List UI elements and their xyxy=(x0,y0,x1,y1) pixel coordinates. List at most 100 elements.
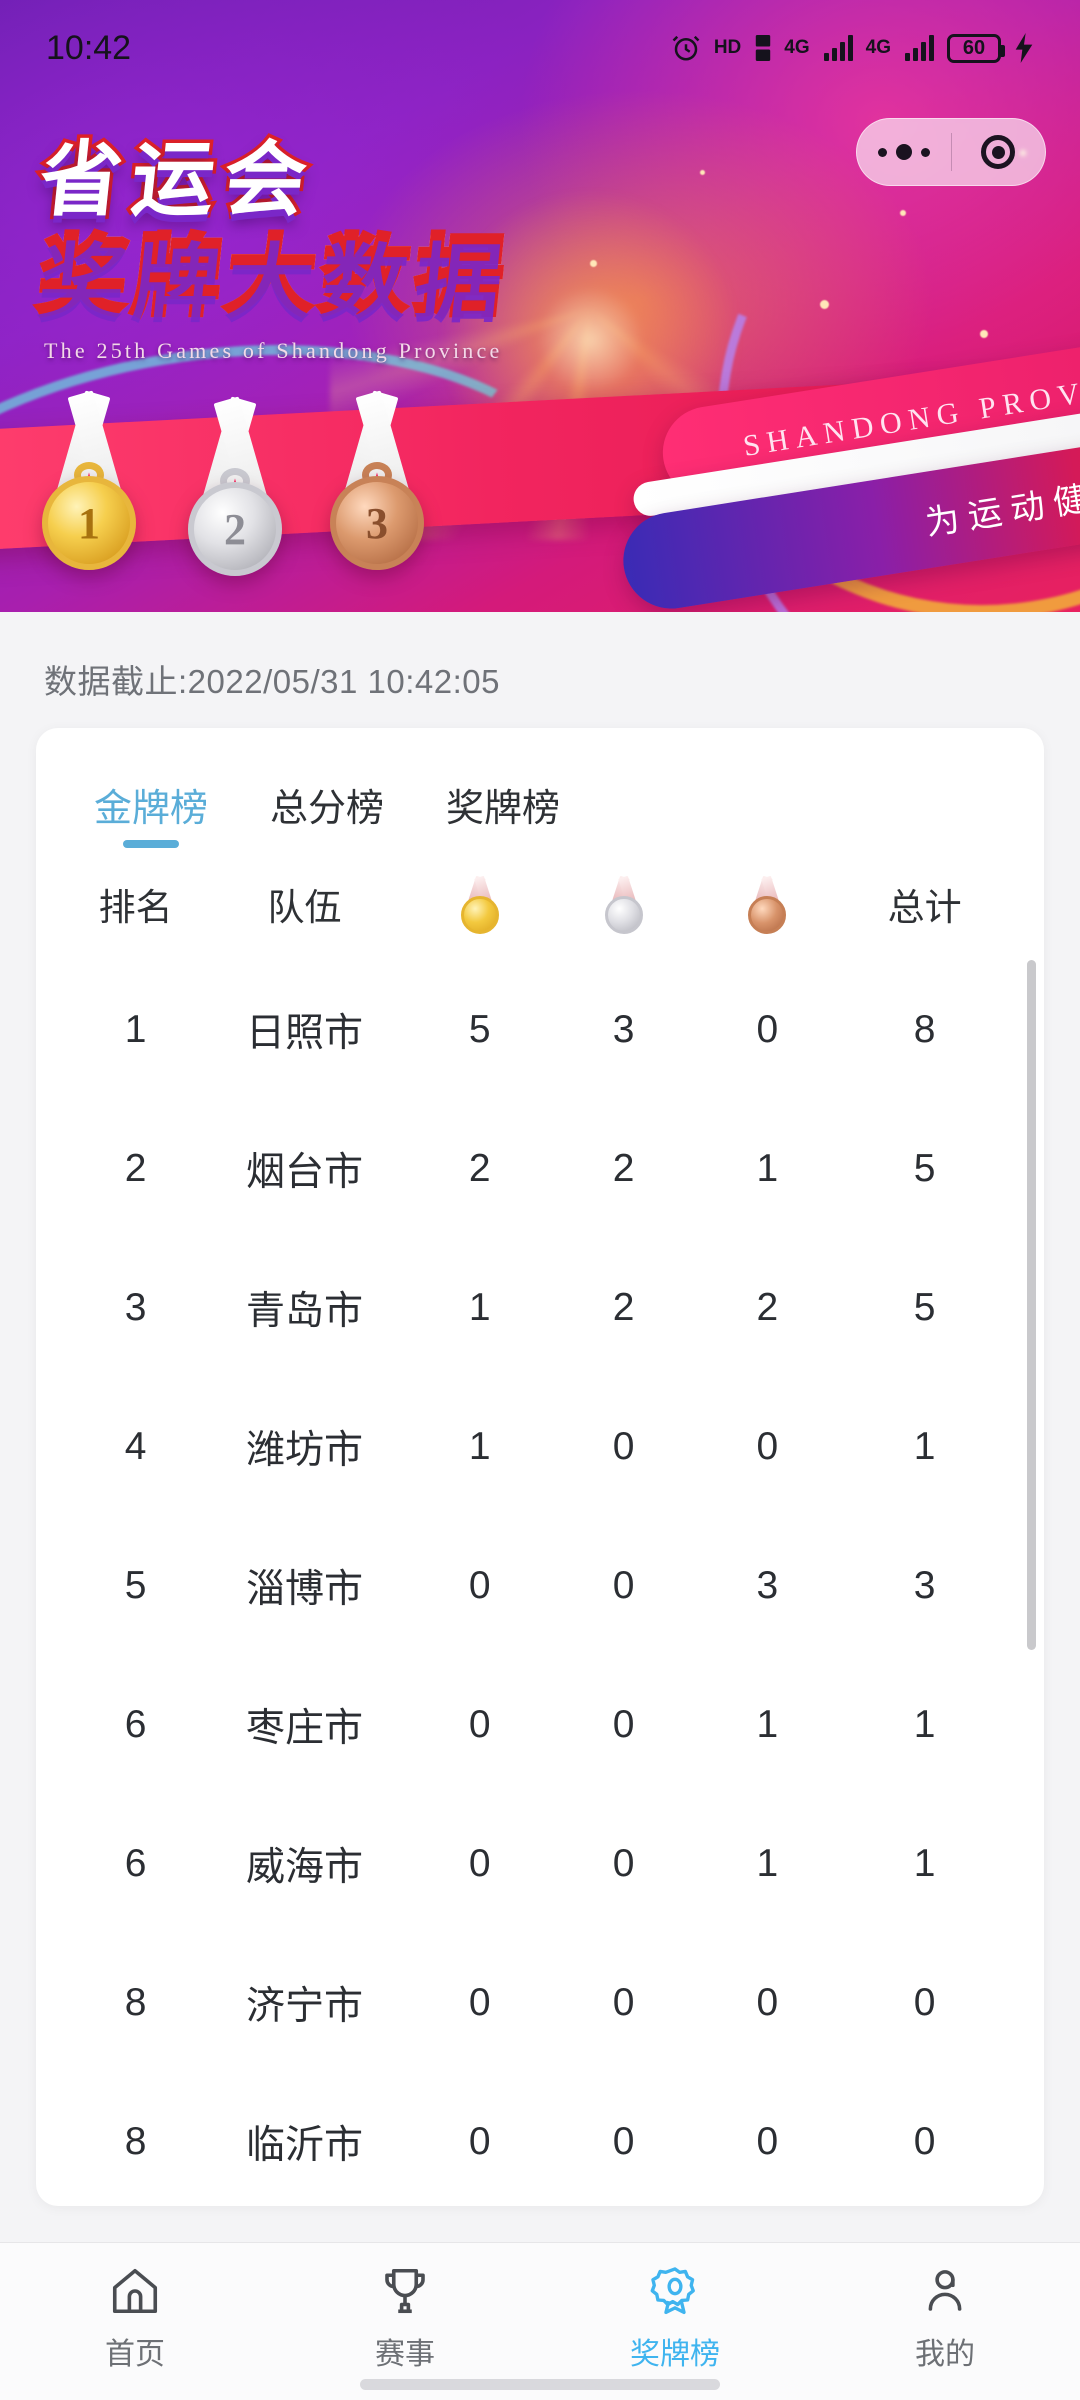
column-header-silver xyxy=(552,875,696,934)
cell-gold: 1 xyxy=(468,1424,491,1468)
silver-medal-icon xyxy=(602,875,646,934)
cell-gold: 1 xyxy=(468,1285,491,1329)
nav-item-profile[interactable]: 我的 xyxy=(810,2263,1080,2373)
cell-rank: 3 xyxy=(124,1285,147,1329)
cell-silver: 0 xyxy=(612,1980,635,2024)
cell-team: 日照市 xyxy=(246,1011,364,1055)
leaderboard-tabs: 金牌榜 总分榜 奖牌榜 xyxy=(36,728,1044,848)
cell-bronze: 1 xyxy=(756,1702,779,1746)
app-screen: 省运会 奖牌大数据 The 25th Games of Shandong Pro… xyxy=(0,0,1080,2400)
trophy-icon xyxy=(377,2263,433,2319)
nav-label-profile: 我的 xyxy=(915,2338,975,2371)
cell-total: 5 xyxy=(913,1146,936,1190)
tab-total-score-ranking[interactable]: 总分榜 xyxy=(270,777,384,848)
cell-silver: 0 xyxy=(612,2119,635,2163)
cell-bronze: 0 xyxy=(756,1980,779,2024)
cell-rank: 1 xyxy=(124,1007,147,1051)
banner-title-english: The 25th Games of Shandong Province xyxy=(44,338,503,363)
cell-team: 临沂市 xyxy=(246,2123,364,2167)
cell-bronze: 3 xyxy=(756,1563,779,1607)
signal-bars-sim1-icon xyxy=(823,35,853,61)
cell-rank: 2 xyxy=(124,1146,147,1190)
cell-gold: 2 xyxy=(468,1146,491,1190)
spark-decoration xyxy=(820,300,829,309)
table-row[interactable]: 8 济宁市 0 0 0 0 xyxy=(36,1933,1044,2072)
cell-rank: 8 xyxy=(124,1980,147,2024)
column-header-bronze xyxy=(695,875,839,934)
signal-bars-sim2-icon xyxy=(905,35,934,61)
nav-item-events[interactable]: 赛事 xyxy=(270,2263,540,2373)
cell-team: 烟台市 xyxy=(246,1150,364,1194)
status-bar-indicators: HD 4G 4G 60 xyxy=(671,33,1034,63)
cell-gold: 5 xyxy=(468,1007,491,1051)
cell-silver: 2 xyxy=(612,1146,635,1190)
cell-total: 8 xyxy=(913,1007,936,1051)
table-row[interactable]: 6 威海市 0 0 1 1 xyxy=(36,1794,1044,1933)
cell-team: 济宁市 xyxy=(246,1984,364,2028)
banner-title-primary: 省运会 xyxy=(32,130,325,232)
cell-gold: 0 xyxy=(468,2119,491,2163)
table-row[interactable]: 2 烟台市 2 2 1 5 xyxy=(36,1099,1044,1238)
target-circle-icon[interactable] xyxy=(952,135,1046,169)
person-icon xyxy=(917,2263,973,2319)
spark-decoration xyxy=(700,170,705,175)
cell-bronze: 2 xyxy=(756,1285,779,1329)
cell-team: 枣庄市 xyxy=(246,1706,364,1750)
home-indicator xyxy=(360,2379,720,2390)
cell-bronze: 0 xyxy=(756,2119,779,2163)
cell-total: 0 xyxy=(913,2119,936,2163)
table-row[interactable]: 5 淄博市 0 0 3 3 xyxy=(36,1516,1044,1655)
cell-silver: 0 xyxy=(612,1702,635,1746)
tab-medal-ranking[interactable]: 奖牌榜 xyxy=(446,777,560,848)
table-body[interactable]: 1 日照市 5 3 0 8 2 烟台市 2 2 1 5 3 青岛市 1 2 2 xyxy=(36,960,1044,2206)
data-cutoff-timestamp: 数据截止:2022/05/31 10:42:05 xyxy=(44,663,500,700)
cell-silver: 3 xyxy=(612,1007,635,1051)
tab-gold-ranking[interactable]: 金牌榜 xyxy=(94,777,208,848)
cell-silver: 0 xyxy=(612,1563,635,1607)
gold-medal-number: 1 xyxy=(42,476,136,570)
cell-bronze: 0 xyxy=(756,1007,779,1051)
sim1-network-label: 4G xyxy=(784,37,810,58)
column-header-team: 队伍 xyxy=(267,887,342,928)
home-icon xyxy=(107,2263,163,2319)
banner-title-secondary: 奖牌大数据 xyxy=(32,224,664,330)
cell-total: 0 xyxy=(913,1980,936,2024)
table-row[interactable]: 8 临沂市 0 0 0 0 xyxy=(36,2072,1044,2206)
cell-gold: 0 xyxy=(468,1563,491,1607)
more-dots-icon[interactable] xyxy=(857,144,951,160)
miniprogram-capsule[interactable] xyxy=(856,118,1046,186)
cell-team: 威海市 xyxy=(246,1845,364,1889)
cell-gold: 0 xyxy=(468,1702,491,1746)
cell-bronze: 1 xyxy=(756,1146,779,1190)
nav-item-medal-board[interactable]: 奖牌榜 xyxy=(540,2263,810,2373)
column-header-gold xyxy=(408,875,552,934)
spark-decoration xyxy=(900,210,906,216)
silver-medal-number: 2 xyxy=(188,482,282,576)
cell-gold: 0 xyxy=(468,1841,491,1885)
column-header-total: 总计 xyxy=(887,887,962,928)
cell-total: 1 xyxy=(913,1841,936,1885)
cell-rank: 5 xyxy=(124,1563,147,1607)
table-row[interactable]: 1 日照市 5 3 0 8 xyxy=(36,960,1044,1099)
table-row[interactable]: 6 枣庄市 0 0 1 1 xyxy=(36,1655,1044,1794)
cell-total: 3 xyxy=(913,1563,936,1607)
cell-team: 潍坊市 xyxy=(246,1428,364,1472)
bottom-navigation-bar: 首页 赛事 奖牌榜 我的 xyxy=(0,2242,1080,2400)
cell-team: 青岛市 xyxy=(246,1289,364,1333)
vertical-scrollbar[interactable] xyxy=(1027,960,1036,1650)
cell-silver: 2 xyxy=(612,1285,635,1329)
sim2-network-label: 4G xyxy=(865,37,891,58)
nav-item-home[interactable]: 首页 xyxy=(0,2263,270,2373)
gold-medal-icon xyxy=(458,875,502,934)
cell-total: 1 xyxy=(913,1424,936,1468)
banner-medal-group: 1 2 3 xyxy=(20,390,440,610)
status-bar: 10:42 HD 4G 4G 60 xyxy=(0,0,1080,96)
status-bar-clock: 10:42 xyxy=(46,28,132,67)
cell-gold: 0 xyxy=(468,1980,491,2024)
nav-label-events: 赛事 xyxy=(375,2338,435,2371)
charging-bolt-icon xyxy=(1014,33,1034,63)
nav-label-medal-board: 奖牌榜 xyxy=(630,2338,720,2371)
battery-level-label: 60 xyxy=(962,36,986,59)
table-row[interactable]: 4 潍坊市 1 0 0 1 xyxy=(36,1377,1044,1516)
table-row[interactable]: 3 青岛市 1 2 2 5 xyxy=(36,1238,1044,1377)
